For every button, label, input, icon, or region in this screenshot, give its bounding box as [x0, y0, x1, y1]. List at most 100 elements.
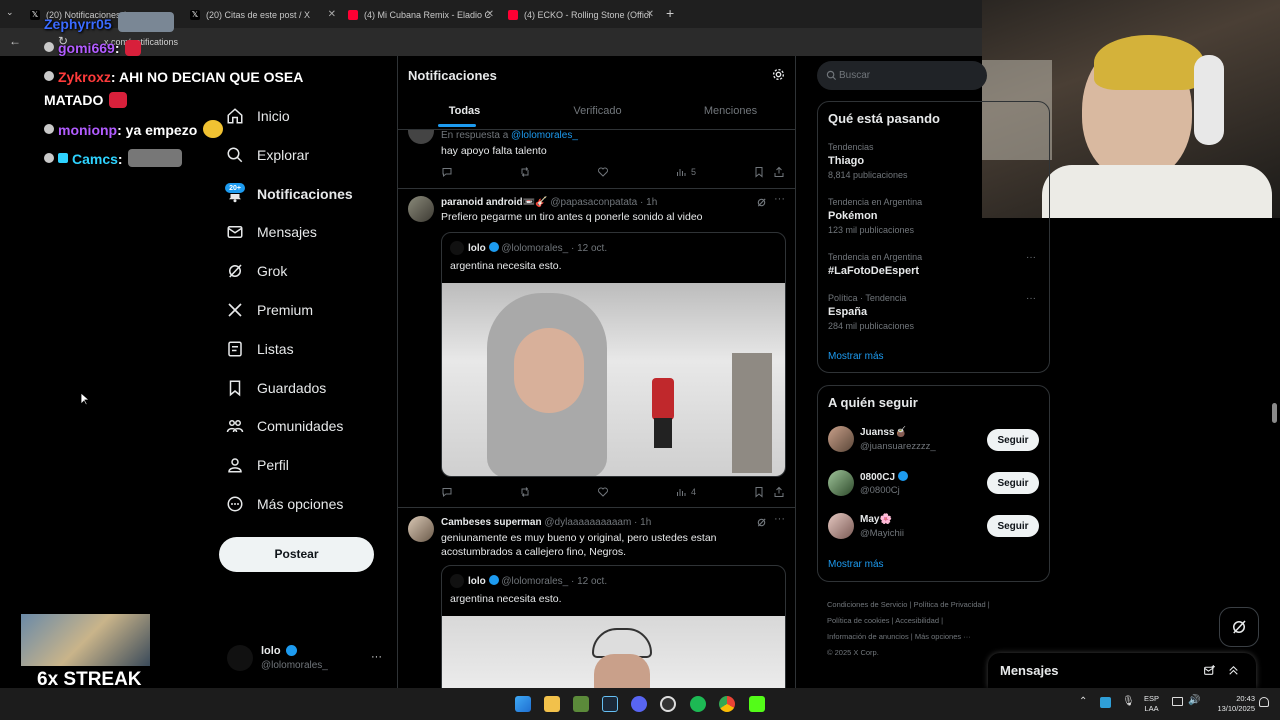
reply-button[interactable] — [441, 486, 457, 498]
quoted-tweet[interactable]: lolo @lolomorales_ · 12 oct. argentina n… — [441, 232, 786, 477]
tweet-more-icon[interactable]: ··· — [774, 193, 785, 205]
nav-communities[interactable]: Comunidades — [226, 412, 343, 440]
trend-item[interactable]: Tendencia en Argentina Pokémon 123 mil p… — [828, 197, 1038, 235]
footer-link[interactable]: Política de Privacidad — [914, 600, 986, 609]
file-explorer-icon[interactable] — [544, 696, 560, 712]
steam-icon[interactable] — [602, 696, 618, 712]
back-icon[interactable]: ← — [9, 34, 21, 48]
bookmark-button[interactable] — [753, 166, 769, 178]
reply-button[interactable] — [441, 166, 457, 178]
share-button[interactable] — [773, 486, 789, 498]
avatar[interactable] — [828, 513, 854, 539]
account-more-icon[interactable]: ··· — [371, 651, 382, 663]
follow-name[interactable]: Juanss🧉 — [860, 427, 907, 438]
footer-link[interactable]: Política de cookies — [827, 616, 890, 625]
tweet-author-name[interactable]: Cambeses superman — [441, 517, 542, 528]
tab-mentions[interactable]: Menciones — [664, 96, 795, 129]
footer-link[interactable]: Accesibilidad — [895, 616, 939, 625]
avatar[interactable] — [828, 470, 854, 496]
show-more-link[interactable]: Mostrar más — [828, 351, 884, 362]
obs-icon[interactable] — [660, 696, 676, 712]
chevron-up-icon[interactable] — [1227, 664, 1240, 677]
close-tab-icon[interactable]: ✕ — [486, 9, 494, 20]
follow-button[interactable]: Seguir — [987, 472, 1039, 494]
follow-name[interactable]: 0800CJ — [860, 471, 908, 483]
minecraft-icon[interactable] — [573, 696, 589, 712]
chrome-icon[interactable] — [719, 696, 735, 712]
follow-button[interactable]: Seguir — [987, 515, 1039, 537]
windows-start-icon[interactable] — [515, 696, 531, 712]
nav-premium[interactable]: Premium — [226, 296, 313, 324]
avatar[interactable] — [828, 426, 854, 452]
new-tab-button[interactable]: + — [666, 5, 674, 21]
follow-button[interactable]: Seguir — [987, 429, 1039, 451]
show-more-link[interactable]: Mostrar más — [828, 559, 884, 570]
trend-more-icon[interactable]: ··· — [1026, 293, 1036, 304]
tweet-more-icon[interactable]: ··· — [774, 513, 785, 525]
network-icon[interactable] — [1100, 697, 1111, 708]
nav-more-options[interactable]: Más opciones — [226, 490, 343, 518]
tray-chevron-icon[interactable]: ⌃ — [1079, 696, 1087, 707]
messages-drawer[interactable]: Mensajes — [988, 653, 1256, 688]
nav-profile[interactable]: Perfil — [226, 451, 289, 479]
close-tab-icon[interactable]: ✕ — [328, 9, 336, 20]
tweet-text: geniunamente es muy bueno y original, pe… — [441, 532, 717, 558]
kick-icon[interactable] — [749, 696, 765, 712]
browser-tab[interactable]: (4) Mi Cubana Remix - Eladio C ✕ — [348, 4, 498, 26]
like-button[interactable] — [597, 166, 613, 178]
volume-icon[interactable]: 🔊 — [1188, 695, 1200, 706]
search-input[interactable]: Buscar — [817, 61, 987, 90]
footer-link[interactable]: Información de anuncios — [827, 632, 909, 641]
account-switcher[interactable]: lolo @lolomorales_ ··· — [227, 641, 387, 675]
spotify-icon[interactable] — [690, 696, 706, 712]
repost-button[interactable] — [519, 486, 535, 498]
verified-badge-icon — [897, 471, 908, 481]
trend-item[interactable]: Tendencia en Argentina #LaFotoDeEspert — [828, 252, 1038, 277]
tweet-author-handle[interactable]: @papasaconpatata · 1h — [550, 197, 657, 208]
nav-grok[interactable]: Grok — [226, 257, 287, 285]
quoted-tweet[interactable]: lolo @lolomorales_ · 12 oct. argentina n… — [441, 565, 786, 688]
tweet-author-name[interactable]: paranoid android📼🎸 — [441, 197, 548, 208]
tab-list-chevron-icon[interactable]: ⌄ — [6, 7, 20, 21]
views-button[interactable]: 5 — [675, 166, 696, 178]
repost-button[interactable] — [519, 166, 535, 178]
grok-icon[interactable] — [756, 517, 767, 528]
tab-all[interactable]: Todas — [398, 96, 531, 129]
trend-item[interactable]: Tendencias Thiago 8,814 publicaciones — [828, 142, 1038, 180]
scrollbar-thumb[interactable] — [1272, 403, 1277, 423]
nav-home[interactable]: Inicio — [226, 102, 290, 130]
nav-messages[interactable]: Mensajes — [226, 218, 317, 246]
bookmark-button[interactable] — [753, 486, 769, 498]
like-button[interactable] — [597, 486, 613, 498]
browser-tab[interactable]: 𝕏 (20) Citas de este post / X ✕ — [190, 4, 340, 26]
display-icon[interactable] — [1172, 697, 1183, 706]
video-thumbnail[interactable] — [442, 283, 785, 476]
microphone-icon[interactable]: 🎙 — [1122, 696, 1135, 707]
footer-link[interactable]: Más opciones ··· — [915, 632, 971, 641]
nav-explore[interactable]: Explorar — [226, 141, 309, 169]
notification-bell-icon[interactable] — [1259, 697, 1269, 707]
reply-handle-link[interactable]: @lolomorales_ — [511, 130, 578, 141]
clock[interactable]: 20:43 13/10/2025 — [1205, 694, 1255, 714]
post-button[interactable]: Postear — [219, 537, 374, 572]
grok-floating-button[interactable] — [1219, 607, 1259, 647]
share-button[interactable] — [773, 166, 789, 178]
settings-gear-icon[interactable] — [772, 68, 785, 81]
footer-link[interactable]: Condiciones de Servicio — [827, 600, 907, 609]
x-logo-icon: 𝕏 — [190, 10, 200, 20]
discord-icon[interactable] — [631, 696, 647, 712]
trend-more-icon[interactable]: ··· — [1026, 252, 1036, 263]
tab-verified[interactable]: Verificado — [531, 96, 664, 129]
trend-item[interactable]: Política · Tendencia España 284 mil publ… — [828, 293, 1038, 331]
tweet-author-handle[interactable]: @dylaaaaaaaaaam · 1h — [544, 517, 651, 528]
nav-bookmarks[interactable]: Guardados — [226, 374, 326, 402]
follow-name[interactable]: May🌸 — [860, 514, 892, 525]
grok-icon[interactable] — [756, 197, 767, 208]
video-thumbnail[interactable] — [442, 616, 785, 688]
new-message-icon[interactable] — [1203, 664, 1216, 677]
close-tab-icon[interactable]: ✕ — [646, 9, 654, 20]
views-button[interactable]: 4 — [675, 486, 696, 498]
language-indicator[interactable]: ESP LAA — [1144, 694, 1159, 714]
nav-lists[interactable]: Listas — [226, 335, 294, 363]
browser-tab[interactable]: (4) ECKO - Rolling Stone (Offici ✕ — [508, 4, 658, 26]
